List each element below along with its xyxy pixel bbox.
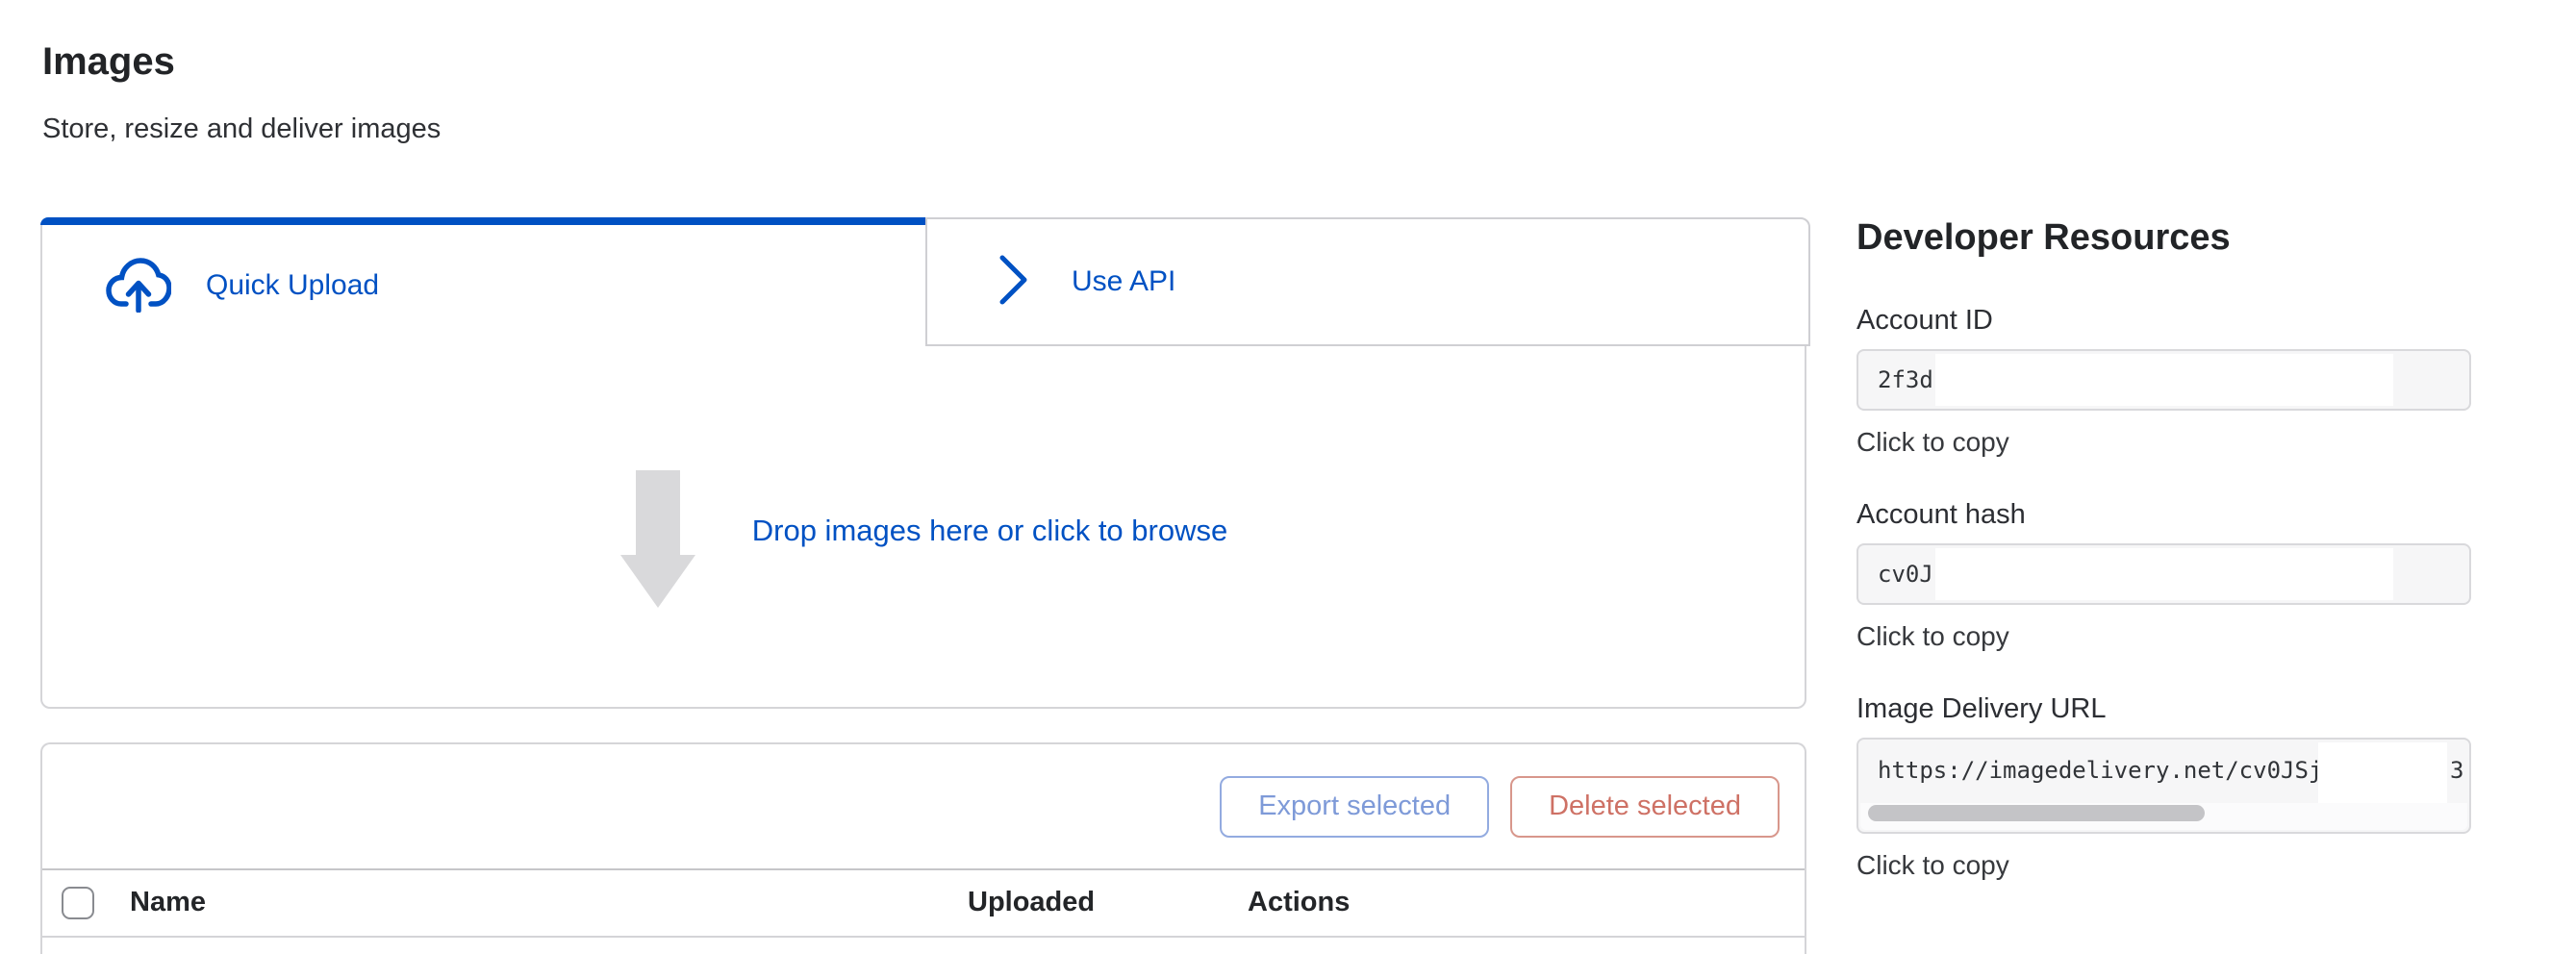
tab-use-api[interactable]: Use API	[925, 217, 1810, 346]
select-all-checkbox[interactable]	[62, 887, 94, 919]
tab-use-api-label: Use API	[1072, 265, 1175, 298]
table-actions-row: Export selected Delete selected	[42, 744, 1805, 870]
dropzone-label: Drop images here or click to browse	[752, 514, 1227, 548]
redaction-overlay	[1935, 354, 2393, 406]
page-title: Images	[42, 40, 175, 84]
page-subtitle: Store, resize and deliver images	[42, 113, 441, 145]
redaction-overlay	[1935, 548, 2393, 600]
image-dropzone[interactable]: Drop images here or click to browse	[42, 346, 1805, 707]
redaction-overlay	[2318, 742, 2447, 804]
active-tab-indicator	[40, 217, 927, 225]
redacted-url-fragment: 3	[2450, 740, 2463, 801]
account-hash-field[interactable]: cv0J	[1856, 543, 2471, 605]
cloud-upload-icon	[106, 255, 171, 317]
chevron-right-icon	[998, 254, 1029, 311]
down-arrow-icon	[619, 470, 696, 615]
developer-resources-panel: Developer Resources Account ID 2f3d Clic…	[1856, 215, 2471, 881]
column-header-actions: Actions	[1248, 887, 1350, 918]
column-header-uploaded: Uploaded	[968, 887, 1095, 918]
account-id-field[interactable]: 2f3d	[1856, 349, 2471, 411]
url-scrollbar-thumb[interactable]	[1868, 805, 2205, 821]
account-id-copy-hint: Click to copy	[1856, 427, 2471, 458]
developer-resources-title: Developer Resources	[1856, 215, 2471, 260]
image-delivery-url-copy-hint: Click to copy	[1856, 850, 2471, 881]
tab-quick-upload-label: Quick Upload	[206, 269, 379, 302]
images-table-panel: Export selected Delete selected Name Upl…	[40, 742, 1806, 954]
account-hash-label: Account hash	[1856, 498, 2471, 531]
column-header-name: Name	[130, 887, 206, 918]
account-id-label: Account ID	[1856, 304, 2471, 337]
table-header-row: Name Uploaded Actions	[42, 870, 1805, 938]
delete-selected-button[interactable]: Delete selected	[1510, 776, 1780, 838]
image-delivery-url-label: Image Delivery URL	[1856, 692, 2471, 725]
export-selected-button[interactable]: Export selected	[1220, 776, 1489, 838]
image-delivery-url-field[interactable]: https://imagedelivery.net/cv0JSj 3	[1856, 738, 2471, 834]
upload-panel: Quick Upload Use API Drop images here or…	[40, 217, 1806, 709]
account-hash-copy-hint: Click to copy	[1856, 621, 2471, 652]
tab-quick-upload[interactable]: Quick Upload	[42, 225, 925, 346]
